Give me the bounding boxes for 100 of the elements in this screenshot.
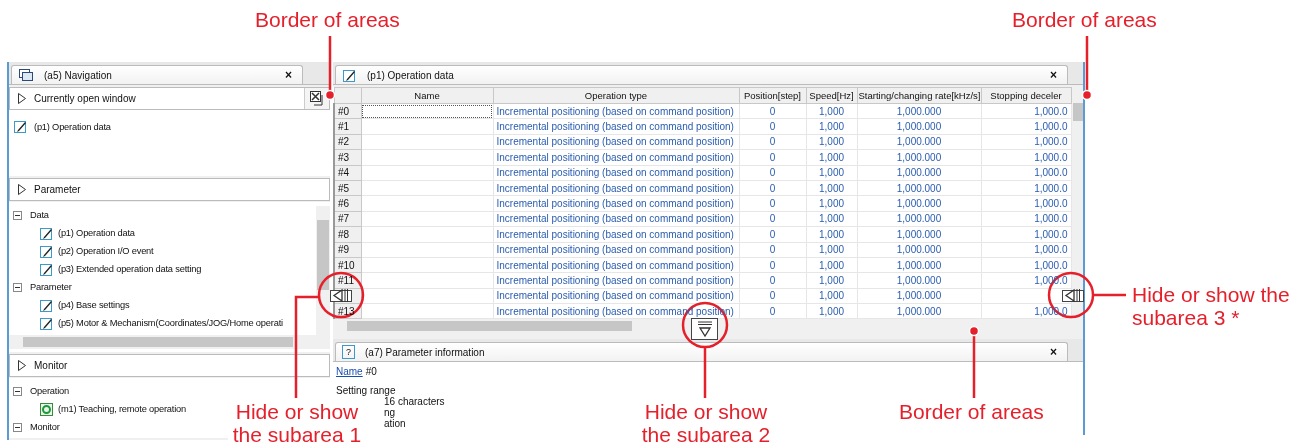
table-cell[interactable] (361, 149, 493, 166)
table-cell: 1,000 (806, 165, 857, 181)
edit-icon (342, 67, 357, 83)
table-cell[interactable] (361, 134, 493, 150)
name-link[interactable]: Name (336, 366, 363, 377)
hide-subarea-button[interactable] (330, 289, 352, 303)
table-cell[interactable] (361, 303, 493, 319)
table-cell[interactable] (361, 180, 493, 196)
table-cell: 1,000.000 (857, 257, 981, 273)
table-cell: 1,000.000 (857, 118, 981, 135)
table-cell: 1,000 (806, 242, 857, 258)
table-cell: 1,000 (806, 257, 857, 273)
tree-item[interactable]: (p1) Operation data (58, 228, 135, 238)
edit-icon (39, 225, 54, 241)
table-cell[interactable] (361, 257, 493, 273)
column-header[interactable]: Speed[Hz] (806, 87, 857, 104)
table-cell[interactable] (361, 118, 493, 135)
tree-item[interactable]: (m1) Teaching, remote operation (58, 404, 186, 414)
column-header[interactable]: Name (361, 87, 493, 104)
column-header[interactable]: Position[step] (739, 87, 806, 104)
tree-item[interactable]: Monitor (30, 422, 60, 432)
row-header[interactable]: #3 (334, 149, 361, 166)
row-header[interactable]: #11 (334, 272, 361, 289)
row-header[interactable]: #0 (334, 103, 361, 119)
panel-tab[interactable]: (a5) Navigation × (11, 65, 303, 84)
edit-icon (39, 297, 54, 313)
row-header[interactable]: #10 (334, 257, 361, 273)
column-header[interactable]: Starting/changing rate[kHz/s] (857, 87, 981, 104)
row-header[interactable]: #7 (334, 211, 361, 227)
info-text: 16 characters (384, 396, 445, 407)
table-cell: 1,000 (806, 180, 857, 196)
table-cell: 1,000.000 (857, 134, 981, 150)
triangle-icon (16, 359, 28, 372)
row-header[interactable]: #4 (334, 165, 361, 181)
table-cell: 0 (739, 180, 806, 196)
close-button[interactable]: × (281, 68, 296, 82)
tree-item[interactable]: (p2) Operation I/O event (58, 246, 154, 256)
table-cell: 1,000.000 (857, 226, 981, 242)
table-cell[interactable] (361, 103, 493, 119)
section-header[interactable]: Currently open window (9, 87, 330, 110)
triangle-down-icon (695, 320, 714, 338)
section-header[interactable]: Parameter (9, 178, 330, 201)
horizontal-scrollbar[interactable] (9, 335, 330, 349)
hide-subarea-button[interactable] (691, 318, 718, 340)
table-cell: 1,000.000 (857, 149, 981, 166)
table-cell: 1,000.000 (857, 211, 981, 227)
table-cell: 0 (739, 195, 806, 212)
table-cell[interactable] (361, 288, 493, 304)
row-header[interactable]: #9 (334, 242, 361, 258)
pointer-line (1081, 36, 1093, 101)
panel-tab[interactable]: ? (a7) Parameter information × (335, 342, 1068, 361)
vertical-scrollbar[interactable] (316, 206, 330, 335)
ring-icon (39, 401, 54, 417)
close-button[interactable]: × (1046, 345, 1061, 359)
table-cell[interactable] (361, 165, 493, 181)
column-header[interactable]: Stopping deceler (981, 87, 1071, 104)
tree-item[interactable]: (p3) Extended operation data setting (58, 264, 202, 274)
tree-item[interactable]: Parameter (30, 282, 72, 292)
section-title: Parameter (34, 184, 82, 195)
row-header[interactable]: #1 (334, 118, 361, 135)
info-text: ng (384, 407, 396, 418)
close-button[interactable]: × (1046, 68, 1061, 82)
row-header[interactable]: #2 (334, 134, 361, 150)
open-window-item[interactable]: (p1) Operation data (34, 121, 111, 132)
info-text: ation (384, 418, 406, 429)
table-cell: 1,000.0 (981, 134, 1071, 150)
table-cell: 1,000 (806, 118, 857, 135)
table-cell: 0 (739, 103, 806, 119)
tab-title: (a5) Navigation (44, 69, 113, 81)
table-cell: 1,000 (806, 195, 857, 212)
table-cell: 1,000 (806, 226, 857, 242)
table-cell: 0 (739, 257, 806, 273)
column-header[interactable]: Operation type (493, 87, 739, 104)
section-title: Currently open window (34, 93, 137, 104)
tree-item[interactable]: Operation (30, 386, 70, 396)
windows-icon (18, 68, 34, 82)
tree-item[interactable]: Data (30, 210, 49, 220)
table-cell: 1,000.000 (857, 288, 981, 304)
table-cell: 1,000.000 (857, 165, 981, 181)
close-all-button[interactable] (304, 88, 329, 109)
table-cell: Incremental positioning (based on command position) (493, 134, 739, 150)
table-cell[interactable] (361, 226, 493, 242)
table-cell[interactable] (361, 242, 493, 258)
row-header[interactable]: #5 (334, 180, 361, 196)
tree-item[interactable]: (p5) Motor & Mechanism(Coordinates/JOG/Home operati (58, 318, 283, 328)
table-cell: Incremental positioning (based on command position) (493, 195, 739, 212)
panel-tab[interactable]: (p1) Operation data × (335, 65, 1068, 84)
table-cell: 1,000.0 (981, 103, 1071, 119)
table-cell: 1,000.0 (981, 226, 1071, 242)
table-cell[interactable] (361, 272, 493, 289)
tree-item[interactable]: (p4) Base settings (58, 300, 130, 310)
table-cell: Incremental positioning (based on command position) (493, 226, 739, 242)
table-cell: 1,000.000 (857, 195, 981, 212)
table-cell[interactable] (361, 211, 493, 227)
row-header[interactable]: #6 (334, 195, 361, 212)
table-cell[interactable] (361, 195, 493, 212)
section-header[interactable]: Monitor (9, 354, 330, 377)
table-cell: 1,000.0 (981, 180, 1071, 196)
table-cell: 1,000 (806, 288, 857, 304)
row-header[interactable]: #8 (334, 226, 361, 242)
